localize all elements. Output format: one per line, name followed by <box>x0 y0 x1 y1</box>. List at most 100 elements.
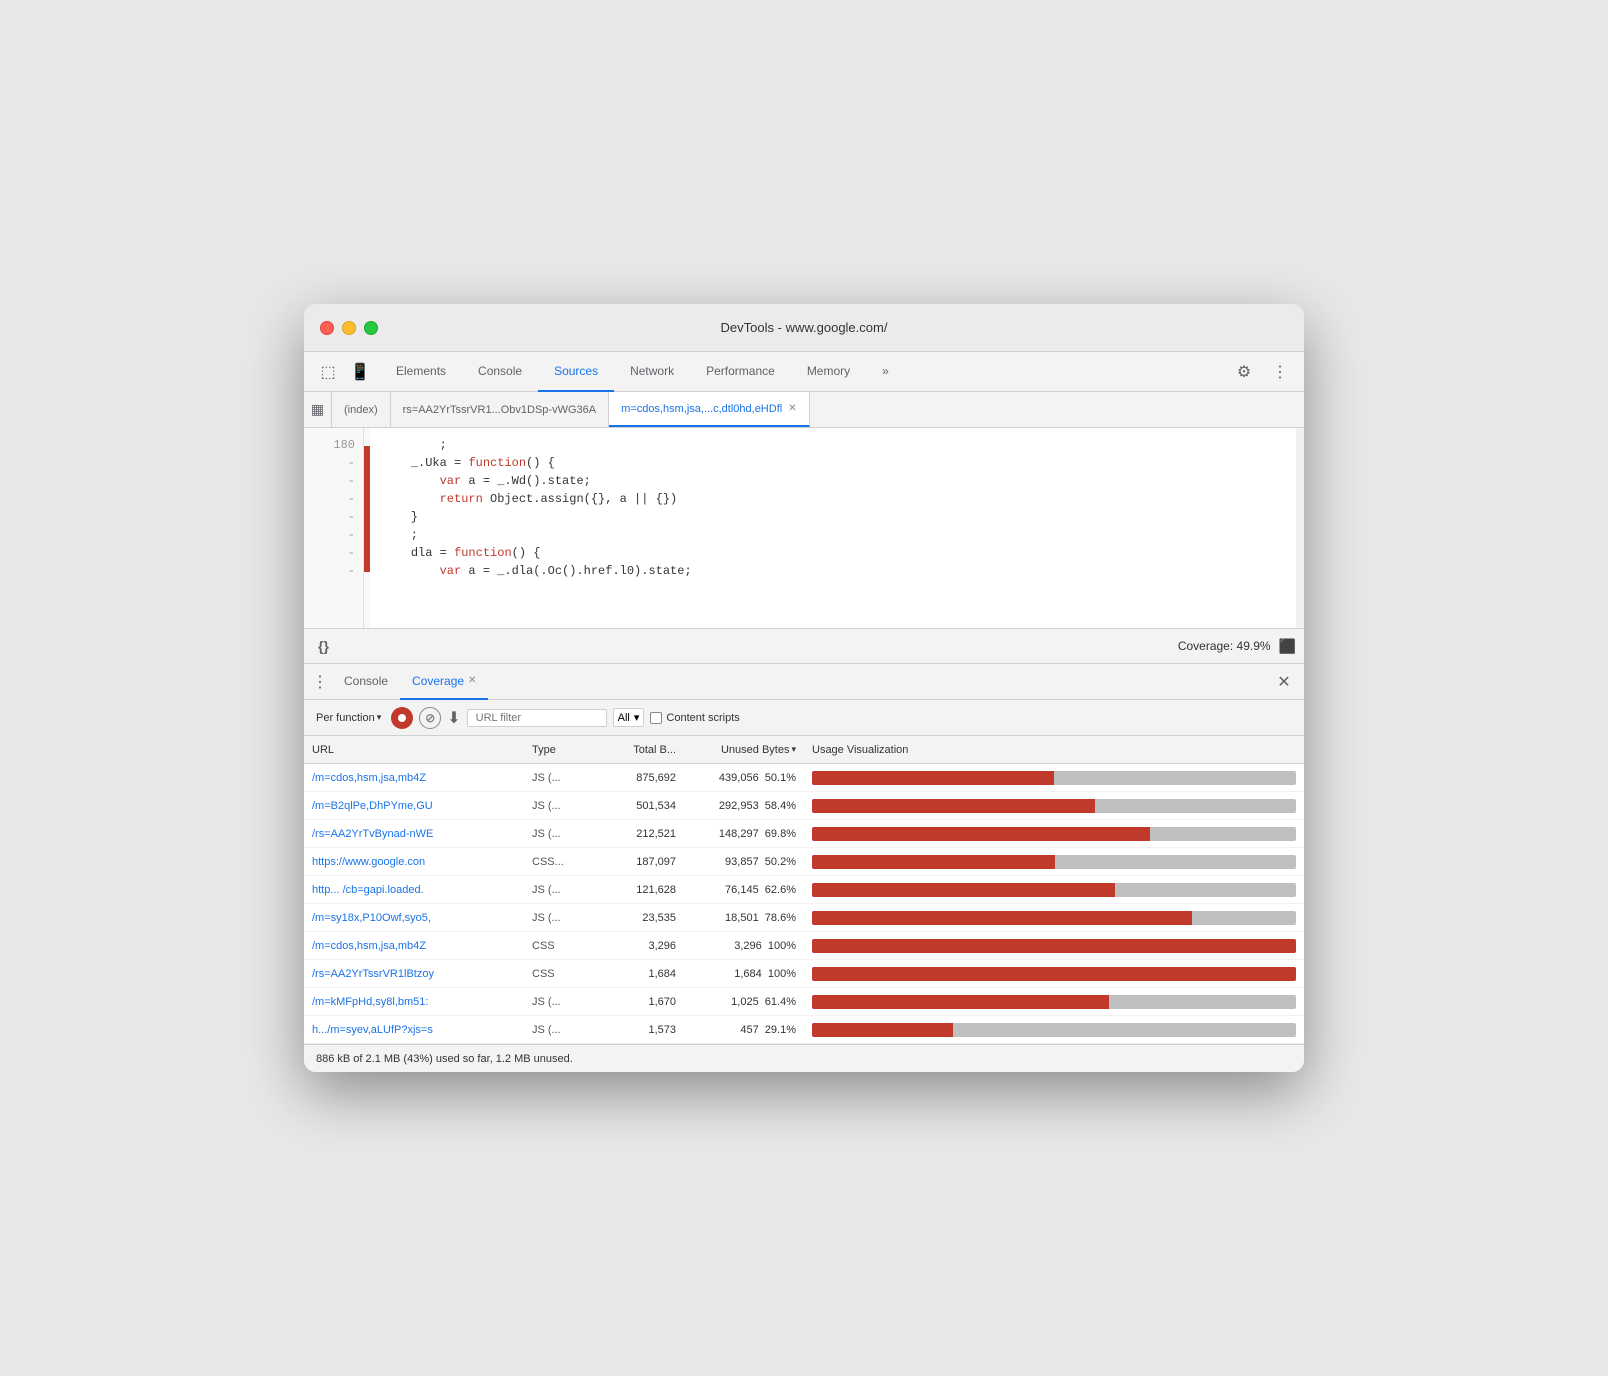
table-row[interactable]: /m=kMFpHd,sy8l,bm51: JS (... 1,670 1,025… <box>304 988 1304 1016</box>
more-options-icon[interactable]: ⋮ <box>1264 356 1296 388</box>
table-row[interactable]: https://www.google.con CSS... 187,097 93… <box>304 848 1304 876</box>
content-scripts-checkbox[interactable] <box>650 712 662 724</box>
col-header-total[interactable]: Total B... <box>604 744 684 756</box>
cell-viz <box>804 939 1304 953</box>
cell-url: /m=sy18x,P10Owf,syo5, <box>304 912 524 924</box>
cell-unused: 1,684 100% <box>684 968 804 980</box>
top-toolbar: ⬚ 📱 Elements Console Sources Network Per… <box>304 352 1304 392</box>
panel-menu-icon[interactable]: ⋮ <box>308 670 332 694</box>
table-row[interactable]: /m=cdos,hsm,jsa,mb4Z CSS 3,296 3,296 100… <box>304 932 1304 960</box>
cell-unused: 18,501 78.6% <box>684 912 804 924</box>
cell-type: JS (... <box>524 912 604 924</box>
panel-close-button[interactable]: ✕ <box>1272 670 1296 694</box>
table-header: URL Type Total B... Unused Bytes ▾ Usage… <box>304 736 1304 764</box>
table-row[interactable]: h.../m=syev,aLUfP?xjs=s JS (... 1,573 45… <box>304 1016 1304 1044</box>
file-tabs: ▦ (index) rs=AA2YrTssrVR1...Obv1DSp-vWG3… <box>304 392 1304 428</box>
cell-unused: 457 29.1% <box>684 1024 804 1036</box>
table-row[interactable]: /m=B2qlPe,DhPYme,GU JS (... 501,534 292,… <box>304 792 1304 820</box>
file-tab-close-icon[interactable]: ✕ <box>788 403 796 414</box>
cell-unused: 1,025 61.4% <box>684 996 804 1008</box>
tab-performance[interactable]: Performance <box>690 352 791 392</box>
record-button[interactable] <box>391 707 413 729</box>
panel-tab-console[interactable]: Console <box>332 664 400 700</box>
cell-type: JS (... <box>524 1024 604 1036</box>
coverage-table: URL Type Total B... Unused Bytes ▾ Usage… <box>304 736 1304 1044</box>
per-function-dropdown[interactable]: Per function ▾ <box>312 710 385 726</box>
col-header-viz: Usage Visualization <box>804 744 1304 756</box>
url-filter-input[interactable] <box>467 709 607 727</box>
maximize-button[interactable] <box>364 321 378 335</box>
col-header-url[interactable]: URL <box>304 744 524 756</box>
toolbar-right: ⚙ ⋮ <box>1228 356 1296 388</box>
cell-unused: 148,297 69.8% <box>684 828 804 840</box>
sidebar-toggle[interactable]: ▦ <box>304 392 332 427</box>
cell-url: /m=cdos,hsm,jsa,mb4Z <box>304 940 524 952</box>
tab-network[interactable]: Network <box>614 352 690 392</box>
settings-icon[interactable]: ⚙ <box>1228 356 1260 388</box>
table-row[interactable]: /m=sy18x,P10Owf,syo5, JS (... 23,535 18,… <box>304 904 1304 932</box>
inspect-element-icon[interactable]: ⬚ <box>312 356 344 388</box>
file-tab-index[interactable]: (index) <box>332 392 391 427</box>
cell-viz <box>804 827 1304 841</box>
cell-url: /m=kMFpHd,sy8l,bm51: <box>304 996 524 1008</box>
cell-total: 212,521 <box>604 828 684 840</box>
tab-elements[interactable]: Elements <box>380 352 462 392</box>
cell-type: JS (... <box>524 772 604 784</box>
tab-memory[interactable]: Memory <box>791 352 866 392</box>
cell-unused: 3,296 100% <box>684 940 804 952</box>
sort-arrow-icon: ▾ <box>791 744 796 755</box>
cell-url: h.../m=syev,aLUfP?xjs=s <box>304 1024 524 1036</box>
file-tab-m-cdos[interactable]: m=cdos,hsm,jsa,...c,dtl0hd,eHDfl ✕ <box>609 392 809 427</box>
cell-viz <box>804 855 1304 869</box>
cell-total: 875,692 <box>604 772 684 784</box>
devtools-container: ⬚ 📱 Elements Console Sources Network Per… <box>304 352 1304 1072</box>
cell-total: 121,628 <box>604 884 684 896</box>
window-title: DevTools - www.google.com/ <box>721 320 888 335</box>
coverage-percentage: Coverage: 49.9% <box>1178 639 1271 653</box>
tab-console[interactable]: Console <box>462 352 538 392</box>
scrollbar[interactable] <box>1296 428 1304 628</box>
col-header-unused[interactable]: Unused Bytes ▾ <box>684 744 804 756</box>
traffic-lights <box>320 321 378 335</box>
cell-url: /m=B2qlPe,DhPYme,GU <box>304 800 524 812</box>
screenshot-button[interactable]: ⬛ <box>1279 638 1296 655</box>
cell-total: 187,097 <box>604 856 684 868</box>
minimize-button[interactable] <box>342 321 356 335</box>
filter-all-select[interactable]: All ▾ <box>613 708 645 727</box>
tab-more[interactable]: » <box>866 352 905 392</box>
code-editor[interactable]: ; _.Uka = function() { var a = _.Wd().st… <box>370 428 1296 628</box>
table-row[interactable]: /m=cdos,hsm,jsa,mb4Z JS (... 875,692 439… <box>304 764 1304 792</box>
device-toolbar-icon[interactable]: 📱 <box>344 356 376 388</box>
coverage-controls: Per function ▾ ⊘ ⬇ All ▾ Content scripts <box>304 700 1304 736</box>
col-header-type[interactable]: Type <box>524 744 604 756</box>
table-row[interactable]: http... /cb=gapi.loaded. JS (... 121,628… <box>304 876 1304 904</box>
filter-dropdown-icon: ▾ <box>634 711 640 724</box>
titlebar: DevTools - www.google.com/ <box>304 304 1304 352</box>
panel-tab-coverage[interactable]: Coverage ✕ <box>400 664 488 700</box>
cell-type: CSS <box>524 968 604 980</box>
cell-viz <box>804 995 1304 1009</box>
clear-button[interactable]: ⊘ <box>419 707 441 729</box>
cell-type: JS (... <box>524 800 604 812</box>
table-row[interactable]: /rs=AA2YrTvBynad-nWE JS (... 212,521 148… <box>304 820 1304 848</box>
code-area: 180 - - - - - - - ; _.Uka = funct <box>304 428 1304 628</box>
file-tab-rs[interactable]: rs=AA2YrTssrVR1...Obv1DSp-vWG36A <box>391 392 609 427</box>
cell-total: 1,684 <box>604 968 684 980</box>
cell-type: CSS... <box>524 856 604 868</box>
coverage-tab-close-icon[interactable]: ✕ <box>468 675 476 686</box>
content-scripts-checkbox-label[interactable]: Content scripts <box>650 712 739 724</box>
cell-url: http... /cb=gapi.loaded. <box>304 884 524 896</box>
cell-viz <box>804 799 1304 813</box>
cell-type: JS (... <box>524 828 604 840</box>
cell-unused: 76,145 62.6% <box>684 884 804 896</box>
table-row[interactable]: /rs=AA2YrTssrVR1lBtzoy CSS 1,684 1,684 1… <box>304 960 1304 988</box>
tab-sources[interactable]: Sources <box>538 352 614 392</box>
dropdown-arrow-icon: ▾ <box>377 712 382 723</box>
panel-tabs-bar: ⋮ Console Coverage ✕ ✕ <box>304 664 1304 700</box>
cell-type: CSS <box>524 940 604 952</box>
download-button[interactable]: ⬇ <box>447 708 460 728</box>
close-button[interactable] <box>320 321 334 335</box>
cell-total: 23,535 <box>604 912 684 924</box>
bottom-toolbar: {} Coverage: 49.9% ⬛ <box>304 628 1304 664</box>
format-button[interactable]: {} <box>312 636 335 656</box>
